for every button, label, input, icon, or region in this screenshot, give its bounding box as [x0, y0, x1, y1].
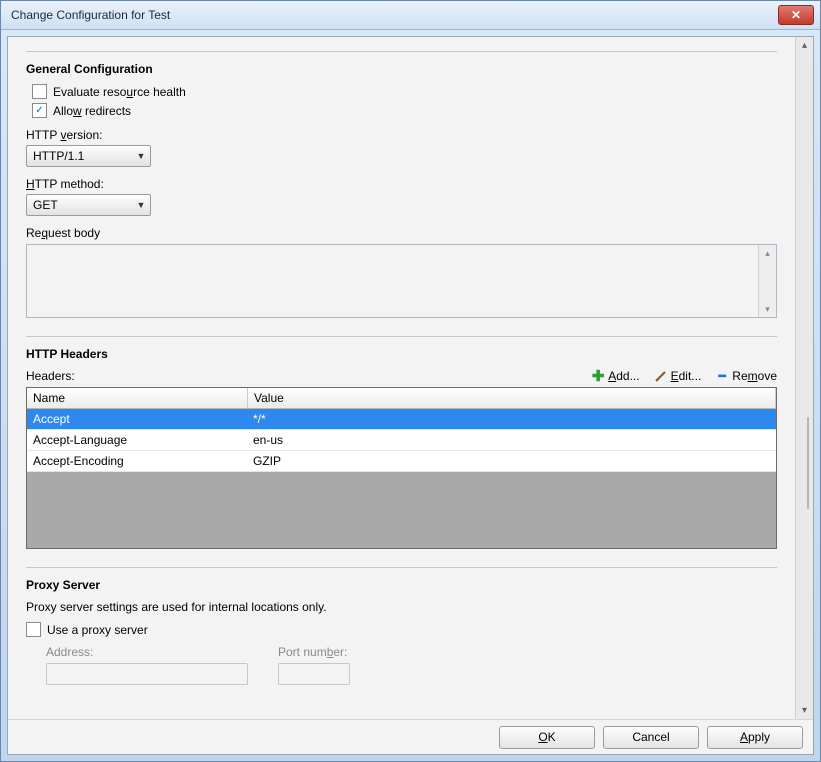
http-version-field: HTTP version: HTTP/1.1 ▼ — [26, 128, 777, 167]
content-scrollbar[interactable]: ▴ ▾ — [795, 37, 813, 719]
close-icon: ✕ — [791, 8, 801, 22]
window-title: Change Configuration for Test — [7, 8, 778, 22]
proxy-server-title: Proxy Server — [26, 578, 777, 592]
col-header-value[interactable]: Value — [248, 388, 776, 408]
evaluate-health-row[interactable]: Evaluate resource health — [32, 84, 777, 99]
proxy-port-input — [278, 663, 350, 685]
proxy-address-label: Address: — [46, 645, 248, 659]
proxy-port-field: Port number: — [278, 645, 350, 685]
chevron-down-icon: ▼ — [134, 200, 148, 210]
http-method-label: HTTP method: — [26, 177, 777, 191]
close-button[interactable]: ✕ — [778, 5, 814, 25]
table-row[interactable]: Accept */* — [27, 409, 776, 430]
http-method-select[interactable]: GET ▼ — [26, 194, 151, 216]
scroll-up-icon: ▴ — [797, 37, 812, 54]
cancel-button[interactable]: Cancel — [603, 726, 699, 749]
table-row[interactable]: Accept-Language en-us — [27, 430, 776, 451]
request-body-field: Request body ▴ ▾ — [26, 226, 777, 318]
scroll-up-icon: ▴ — [759, 245, 776, 261]
headers-table-head: Name Value — [27, 388, 776, 409]
evaluate-health-checkbox[interactable] — [32, 84, 47, 99]
titlebar: Change Configuration for Test ✕ — [1, 1, 820, 30]
http-version-label: HTTP version: — [26, 128, 777, 142]
edit-header-button[interactable]: Edit... — [654, 369, 702, 383]
http-version-select[interactable]: HTTP/1.1 ▼ — [26, 145, 151, 167]
client-area: General Configuration Evaluate resource … — [7, 36, 814, 755]
request-body-label: Request body — [26, 226, 777, 240]
separator — [26, 51, 777, 52]
minus-icon: ━ — [715, 369, 729, 383]
http-version-value: HTTP/1.1 — [33, 149, 128, 163]
proxy-fields: Address: Port number: — [46, 645, 777, 685]
headers-table-body: Accept */* Accept-Language en-us Accept-… — [27, 409, 776, 472]
separator — [26, 567, 777, 568]
table-row[interactable]: Accept-Encoding GZIP — [27, 451, 776, 472]
cell-name: Accept-Encoding — [27, 451, 247, 471]
dialog-button-bar: OK Cancel Apply — [8, 719, 813, 754]
separator — [26, 336, 777, 337]
cell-value: */* — [247, 409, 776, 429]
request-body-textarea[interactable]: ▴ ▾ — [26, 244, 777, 318]
use-proxy-label: Use a proxy server — [47, 623, 148, 637]
chevron-down-icon: ▼ — [134, 151, 148, 161]
plus-icon: ✚ — [591, 369, 605, 383]
proxy-port-label: Port number: — [278, 645, 350, 659]
http-headers-title: HTTP Headers — [26, 347, 777, 361]
allow-redirects-row[interactable]: Allow redirects — [32, 103, 777, 118]
headers-toolbar: Headers: ✚ Add... Edit... ━ Remov — [26, 369, 777, 383]
pencil-icon — [654, 369, 668, 383]
scrollbar-thumb[interactable] — [807, 417, 809, 509]
use-proxy-checkbox[interactable] — [26, 622, 41, 637]
content-panel: General Configuration Evaluate resource … — [8, 37, 795, 719]
cell-value: GZIP — [247, 451, 776, 471]
http-method-field: HTTP method: GET ▼ — [26, 177, 777, 216]
add-header-button[interactable]: ✚ Add... — [591, 369, 639, 383]
request-body-scrollbar[interactable]: ▴ ▾ — [758, 245, 776, 317]
edit-header-label: Edit... — [671, 369, 702, 383]
add-header-label: Add... — [608, 369, 639, 383]
allow-redirects-label: Allow redirects — [53, 104, 131, 118]
cell-value: en-us — [247, 430, 776, 450]
proxy-note: Proxy server settings are used for inter… — [26, 600, 777, 614]
remove-header-button[interactable]: ━ Remove — [715, 369, 777, 383]
use-proxy-row[interactable]: Use a proxy server — [26, 622, 777, 637]
col-header-name[interactable]: Name — [27, 388, 248, 408]
apply-button[interactable]: Apply — [707, 726, 803, 749]
general-config-title: General Configuration — [26, 62, 777, 76]
evaluate-health-label: Evaluate resource health — [53, 85, 186, 99]
cell-name: Accept-Language — [27, 430, 247, 450]
cell-name: Accept — [27, 409, 247, 429]
scroll-wrap: General Configuration Evaluate resource … — [8, 37, 813, 719]
scroll-down-icon: ▾ — [797, 702, 812, 719]
ok-button[interactable]: OK — [499, 726, 595, 749]
proxy-address-field: Address: — [46, 645, 248, 685]
headers-table[interactable]: Name Value Accept */* Accept-Language en… — [26, 387, 777, 549]
scroll-down-icon: ▾ — [759, 301, 776, 317]
dialog-window: Change Configuration for Test ✕ General … — [0, 0, 821, 762]
remove-header-label: Remove — [732, 369, 777, 383]
allow-redirects-checkbox[interactable] — [32, 103, 47, 118]
proxy-address-input — [46, 663, 248, 685]
http-method-value: GET — [33, 198, 128, 212]
headers-label: Headers: — [26, 369, 75, 383]
